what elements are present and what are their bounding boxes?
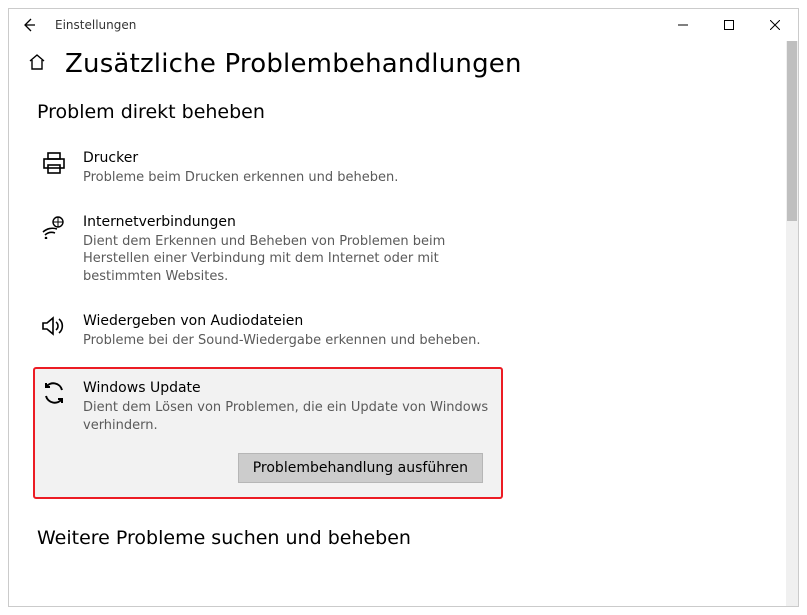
section-title-more: Weitere Probleme suchen und beheben <box>37 527 786 549</box>
printer-icon <box>39 149 69 187</box>
troubleshooter-title: Drucker <box>83 149 491 167</box>
vertical-scrollbar[interactable] <box>786 41 798 606</box>
maximize-icon <box>724 20 734 30</box>
troubleshooter-desc: Dient dem Lösen von Problemen, die ein U… <box>83 399 491 434</box>
run-troubleshooter-button[interactable]: Problembehandlung ausführen <box>238 453 483 483</box>
minimize-button[interactable] <box>660 9 706 41</box>
window-controls <box>660 9 798 41</box>
troubleshooter-desc: Probleme beim Drucken erkennen und beheb… <box>83 169 491 187</box>
troubleshooter-title: Internetverbindungen <box>83 213 491 231</box>
page-title: Zusätzliche Problembehandlungen <box>65 49 522 79</box>
troubleshooter-windows-update[interactable]: Windows Update Dient dem Lösen von Probl… <box>33 367 503 498</box>
close-icon <box>770 20 780 30</box>
wifi-globe-icon <box>39 213 69 286</box>
window-title: Einstellungen <box>55 18 136 32</box>
settings-window: Einstellungen Zusät <box>8 8 799 607</box>
troubleshooter-desc: Probleme bei der Sound-Wiedergabe erkenn… <box>83 332 491 350</box>
troubleshooter-title: Wiedergeben von Audiodateien <box>83 312 491 330</box>
troubleshooter-printer[interactable]: Drucker Probleme beim Drucken erkennen u… <box>33 141 503 195</box>
close-button[interactable] <box>752 9 798 41</box>
troubleshooter-audio[interactable]: Wiedergeben von Audiodateien Probleme be… <box>33 304 503 358</box>
scrollbar-thumb[interactable] <box>787 41 797 221</box>
back-button[interactable] <box>15 11 43 39</box>
troubleshooter-title: Windows Update <box>83 379 491 397</box>
troubleshooter-desc: Dient dem Erkennen und Beheben von Probl… <box>83 233 491 286</box>
titlebar: Einstellungen <box>9 9 798 41</box>
arrow-left-icon <box>21 17 37 33</box>
maximize-button[interactable] <box>706 9 752 41</box>
troubleshooter-internet[interactable]: Internetverbindungen Dient dem Erkennen … <box>33 205 503 294</box>
home-icon[interactable] <box>27 52 47 76</box>
sync-icon <box>39 379 69 482</box>
page-header: Zusätzliche Problembehandlungen <box>27 49 786 79</box>
section-title-direct: Problem direkt beheben <box>37 101 786 123</box>
minimize-icon <box>678 20 688 30</box>
speaker-icon <box>39 312 69 350</box>
